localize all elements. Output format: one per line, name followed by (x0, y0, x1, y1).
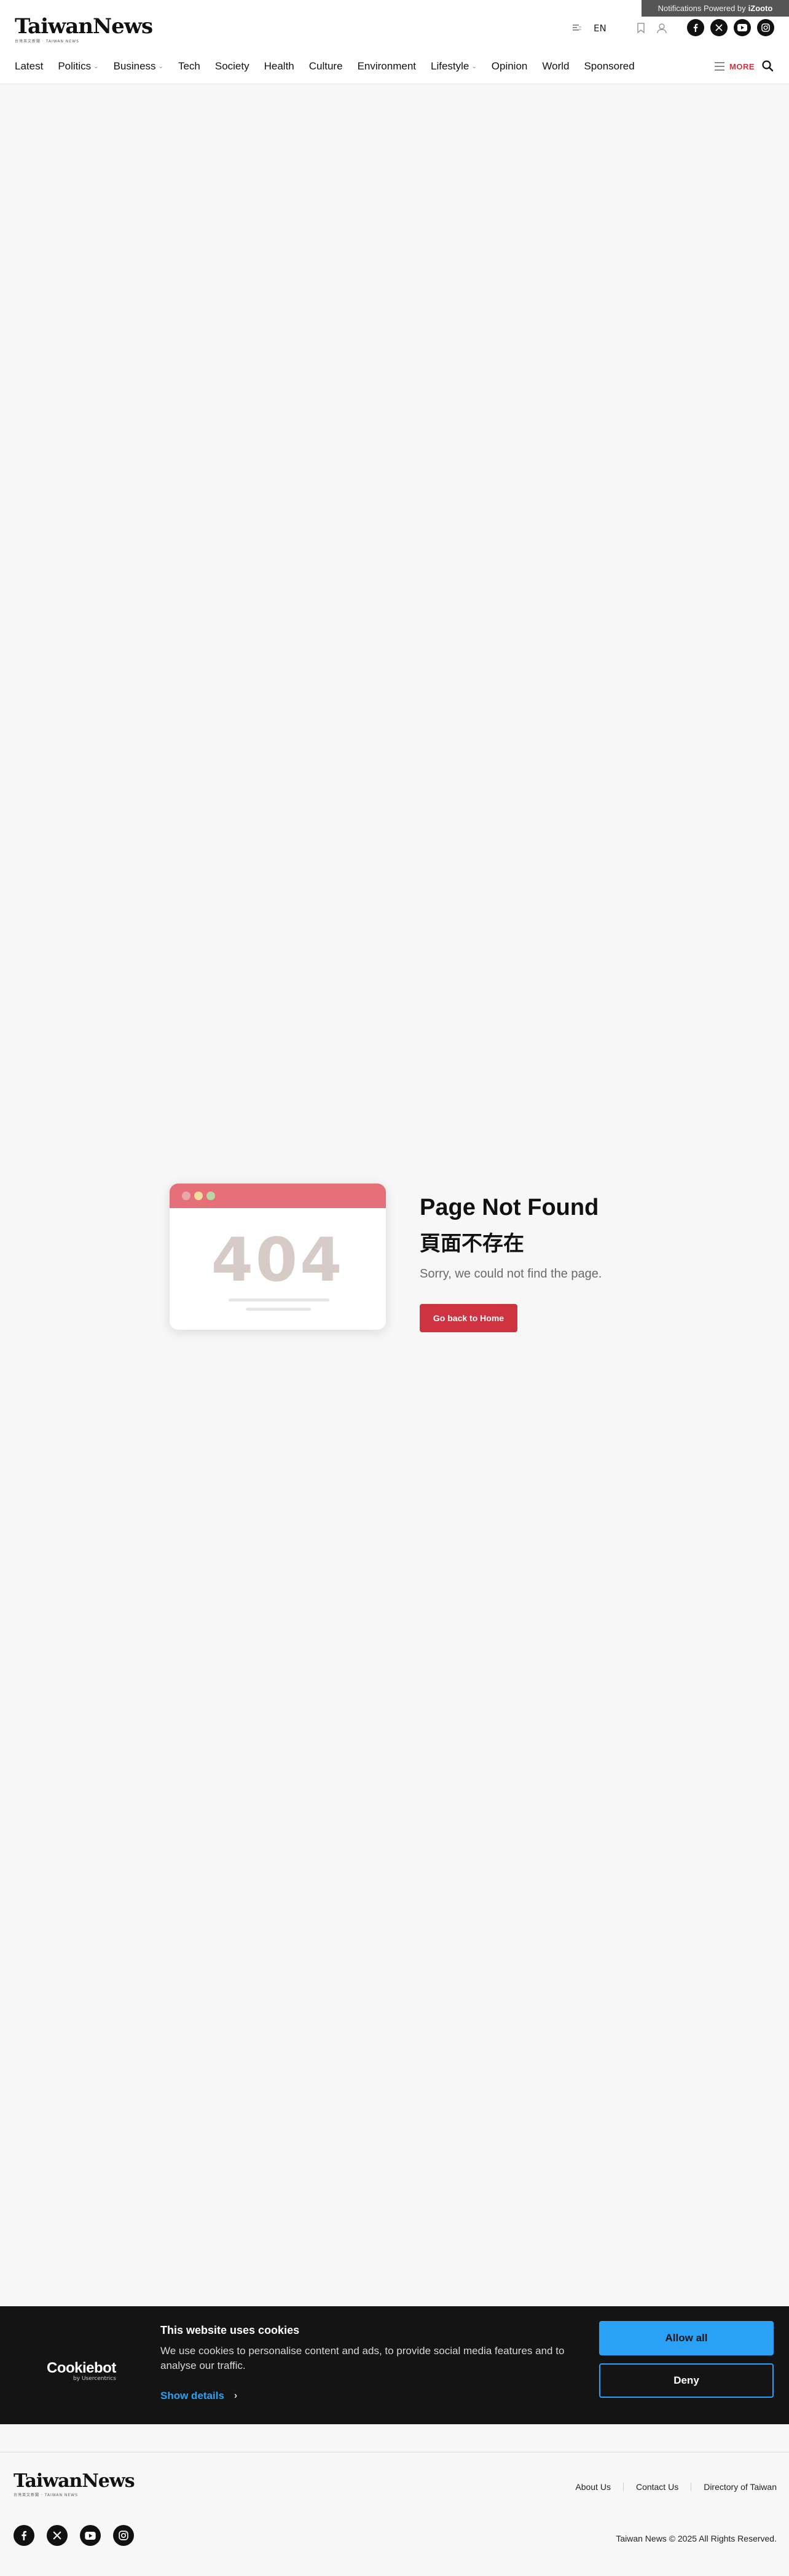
page-title-zh: 頁面不存在 (420, 1231, 524, 1256)
facebook-icon[interactable] (14, 2525, 34, 2546)
nav-item-health[interactable]: Health (264, 60, 294, 73)
nav-item-opinion[interactable]: Opinion (492, 60, 528, 73)
nav-item-lifestyle[interactable]: Lifestyle ⌄ (431, 60, 477, 73)
language-selector[interactable]: EN (594, 23, 606, 34)
error-code: 404 (211, 1225, 345, 1295)
allow-all-button[interactable]: Allow all (599, 2321, 774, 2355)
nav-label: Health (264, 60, 294, 72)
footer-links: About Us Contact Us Directory of Taiwan (575, 2482, 777, 2492)
nav-item-tech[interactable]: Tech (178, 60, 200, 73)
window-dot (194, 1192, 203, 1200)
nav-item-society[interactable]: Society (215, 60, 249, 73)
nav-label: Tech (178, 60, 200, 72)
notification-tab[interactable]: Notifications Powered by iZooto (642, 0, 789, 17)
window-dot (206, 1192, 215, 1200)
site-logo[interactable]: TaiwanNews 台灣英文新聞 · TAIWAN NEWS (15, 14, 153, 44)
cookiebot-logo: Cookiebot by Usercentrics (47, 2360, 116, 2382)
cookie-text: We use cookies to personalise content an… (160, 2345, 565, 2371)
nav-label: Society (214, 60, 249, 72)
nav-item-world[interactable]: World (542, 60, 569, 73)
nav-item-politics[interactable]: Politics ⌄ (58, 60, 98, 73)
menu-icon (715, 62, 724, 71)
go-home-button[interactable]: Go back to Home (420, 1304, 517, 1332)
chevron-down-icon: ⌄ (158, 63, 163, 70)
header-social-links (687, 19, 774, 36)
footer-logo[interactable]: TaiwanNews 台灣英文新聞 · TAIWAN NEWS (14, 2470, 135, 2498)
cookie-title: This website uses cookies (160, 2324, 300, 2336)
nav-item-business[interactable]: Business ⌄ (114, 60, 163, 73)
search-icon[interactable] (761, 59, 774, 73)
nav-item-latest[interactable]: Latest (15, 60, 43, 73)
chevron-right-icon: › (234, 2390, 238, 2401)
nav-label: Environment (357, 60, 416, 72)
placeholder-line (246, 1308, 311, 1311)
placeholder-line (229, 1298, 329, 1302)
page-title: Page Not Found (420, 1195, 599, 1220)
cookie-banner: Cookiebot by Usercentrics This website u… (0, 2306, 789, 2424)
x-icon[interactable] (47, 2525, 68, 2546)
bookmark-icon[interactable] (635, 22, 647, 34)
nav-label: Lifestyle (431, 60, 469, 72)
show-details-label: Show details (160, 2390, 224, 2401)
nav-label: Business (113, 60, 156, 72)
error-illustration: 404 (170, 1184, 386, 1330)
nav-label: World (542, 60, 570, 72)
notification-brand: iZooto (748, 4, 773, 13)
nav-label: Opinion (491, 60, 528, 72)
chevron-down-icon: ⌄ (93, 63, 99, 70)
window-bar (170, 1184, 386, 1208)
youtube-icon[interactable] (734, 19, 751, 36)
deny-button[interactable]: Deny (599, 2363, 774, 2398)
error-message: Sorry, we could not find the page. (420, 1267, 602, 1281)
logo-text: TaiwanNews (15, 14, 153, 39)
cookiebot-name: Cookiebot (47, 2360, 116, 2376)
translate-icon[interactable] (571, 23, 583, 34)
more-menu-button[interactable]: MORE (715, 59, 755, 74)
more-label: MORE (729, 61, 755, 71)
footer-link-contact[interactable]: Contact Us (636, 2482, 678, 2492)
copyright: Taiwan News © 2025 All Rights Reserved. (616, 2534, 777, 2543)
show-details-link[interactable]: Show details › (160, 2390, 237, 2402)
notification-prefix: Notifications Powered by (658, 4, 746, 13)
nav-item-environment[interactable]: Environment (358, 60, 416, 73)
logo-text: TaiwanNews (14, 2470, 135, 2492)
user-icon[interactable] (656, 22, 668, 34)
nav-label: Culture (308, 60, 343, 72)
chevron-down-icon: ⌄ (471, 63, 477, 70)
header-tools: EN (571, 20, 668, 37)
logo-subtitle: 台灣英文新聞 · TAIWAN NEWS (15, 39, 79, 44)
footer-link-about[interactable]: About Us (575, 2482, 611, 2492)
nav-item-culture[interactable]: Culture (309, 60, 343, 73)
footer-social-links (14, 2525, 134, 2546)
instagram-icon[interactable] (113, 2525, 134, 2546)
logo-subtitle: 台灣英文新聞 · TAIWAN NEWS (14, 2493, 78, 2497)
nav-label: Latest (15, 60, 44, 72)
youtube-icon[interactable] (80, 2525, 101, 2546)
window-dot (182, 1192, 190, 1200)
nav-item-sponsored[interactable]: Sponsored (584, 60, 634, 73)
site-footer: TaiwanNews 台灣英文新聞 · TAIWAN NEWS About Us… (0, 2452, 789, 2576)
footer-link-directory[interactable]: Directory of Taiwan (704, 2482, 777, 2492)
main-nav: Latest Politics ⌄ Business ⌄ Tech Society … (15, 59, 650, 74)
instagram-icon[interactable] (757, 19, 774, 36)
nav-label: Sponsored (584, 60, 635, 72)
nav-label: Politics (58, 60, 92, 72)
facebook-icon[interactable] (687, 19, 704, 36)
x-icon[interactable] (710, 19, 728, 36)
